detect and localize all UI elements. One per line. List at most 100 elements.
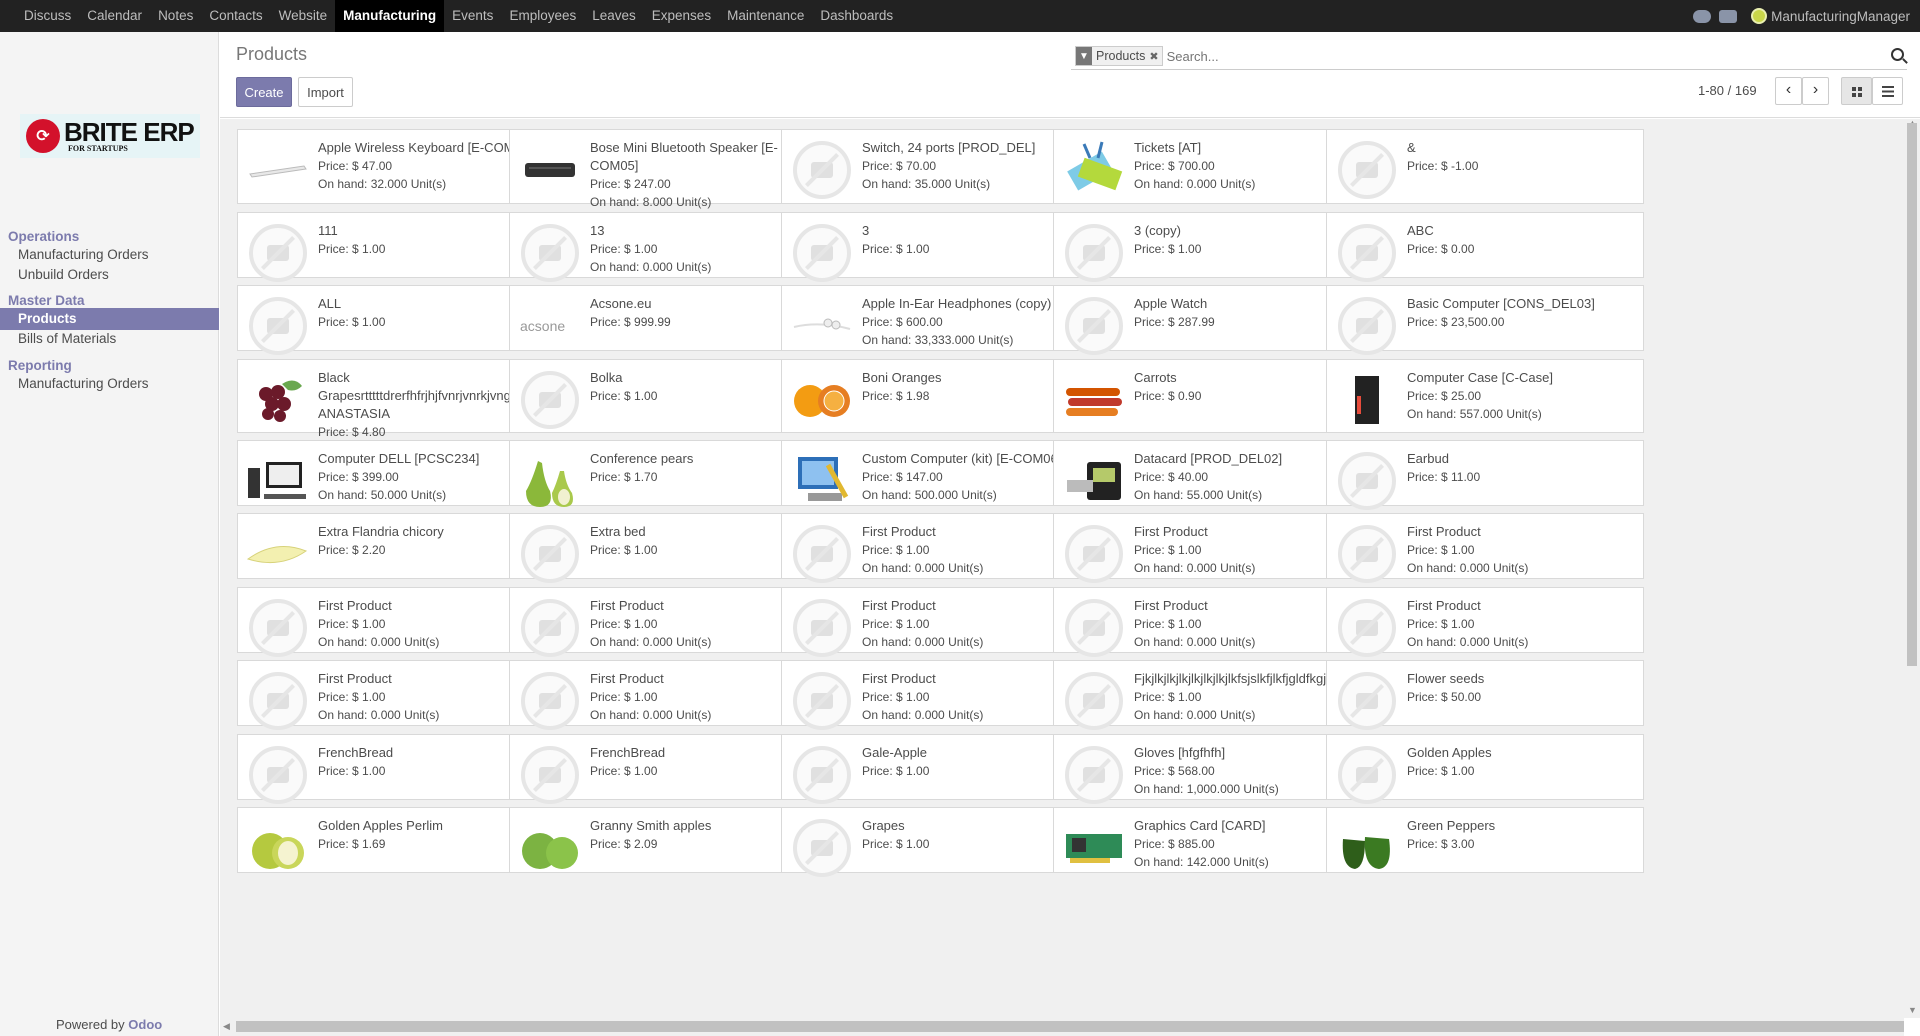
sidebar-item-bills-of-materials[interactable]: Bills of Materials [0,328,219,350]
product-card[interactable]: Gale-Apple Price: $ 1.00 [781,734,1099,804]
product-card[interactable]: First Product Price: $ 1.00 On hand: 0.000… [1326,513,1644,583]
nav-menu-manufacturing[interactable]: Manufacturing [335,0,445,32]
nav-menu-employees[interactable]: Employees [501,0,584,32]
user-avatar[interactable] [1751,8,1768,24]
product-card[interactable]: Tickets [AT] Price: $ 700.00 On hand: 0.00… [1053,129,1371,204]
product-card[interactable]: Green Peppers Price: $ 3.00 [1326,807,1644,873]
company-logo[interactable]: ⟳ BRITE ERP FOR STARTUPS [20,114,200,158]
product-card[interactable]: acsone Acsone.eu Price: $ 999.99 [509,285,827,351]
product-name[interactable]: & [1407,139,1637,157]
nav-menu-notes[interactable]: Notes [150,0,201,32]
product-card[interactable]: First Product Price: $ 1.00 On hand: 0.000… [509,660,827,730]
messages-icon[interactable] [1719,9,1738,23]
vertical-scroll-thumb[interactable] [1907,123,1917,666]
product-name[interactable]: Green Peppers [1407,817,1637,835]
product-card[interactable]: Golden Apples Price: $ 1.00 [1326,734,1644,804]
import-button[interactable]: Import [298,77,353,107]
product-name[interactable]: Computer Case [C-Case] [1407,369,1637,387]
nav-menu-leaves[interactable]: Leaves [584,0,644,32]
sidebar-item-unbuild-orders[interactable]: Unbuild Orders [0,264,219,286]
sidebar-item-manufacturing-orders[interactable]: Manufacturing Orders [0,244,219,266]
product-card[interactable]: First Product Price: $ 1.00 On hand: 0.000… [1053,587,1371,657]
product-card[interactable]: Bose Mini Bluetooth Speaker [E-COM05] Pri… [509,129,827,209]
product-card[interactable]: First Product Price: $ 1.00 On hand: 0.000… [509,587,827,657]
product-card[interactable]: Apple In-Ear Headphones (copy) Price: $ 6… [781,285,1099,351]
product-card[interactable]: Fjkjlkjlkjlkjlkjlkjlkjlkfsjslkfjlkfjgldf… [1053,660,1410,730]
nav-menu-contacts[interactable]: Contacts [201,0,270,32]
product-card[interactable]: Black Grapesrtttttdrerfhfrjhjfvnrjvnrkjv… [237,359,728,439]
pager-next-button[interactable]: › [1802,77,1829,105]
product-card[interactable]: Computer Case [C-Case] Price: $ 25.00 On h… [1326,359,1644,433]
product-card[interactable]: FrenchBread Price: $ 1.00 [237,734,555,804]
product-name[interactable]: Flower seeds [1407,670,1637,688]
pager-value[interactable]: 1-80 / 169 [1698,83,1757,98]
product-card[interactable]: First Product Price: $ 1.00 On hand: 0.000… [781,660,1099,730]
user-menu[interactable]: ManufacturingManager [1771,9,1910,24]
product-card[interactable]: 13 Price: $ 1.00 On hand: 0.000 Unit(s) [509,212,827,282]
facet-remove-icon[interactable]: ✖ [1149,50,1161,63]
product-card[interactable]: ABC Price: $ 0.00 [1326,212,1644,282]
product-card[interactable]: Computer DELL [PCSC234] Price: $ 399.00 On… [237,440,555,506]
product-card[interactable]: Grapes Price: $ 1.00 [781,807,1099,877]
scroll-left-icon[interactable]: ◀ [223,1021,230,1032]
product-name[interactable]: Golden Apples [1407,744,1637,762]
sidebar-item-manufacturing-orders[interactable]: Manufacturing Orders [0,373,219,395]
product-card[interactable]: 111 Price: $ 1.00 [237,212,555,282]
product-name[interactable]: First Product [1407,597,1637,615]
search-icon[interactable] [1891,48,1904,61]
nav-menu-discuss[interactable]: Discuss [16,0,79,32]
no-image-icon [246,596,310,660]
kanban-view-button[interactable] [1841,77,1872,105]
product-card[interactable]: & Price: $ -1.00 [1326,129,1644,204]
product-name[interactable]: First Product [1407,523,1637,541]
nav-menu-events[interactable]: Events [444,0,501,32]
product-card[interactable]: Earbud Price: $ 11.00 [1326,440,1644,510]
product-card[interactable]: Extra bed Price: $ 1.00 [509,513,827,583]
product-name[interactable]: Basic Computer [CONS_DEL03] [1407,295,1637,313]
nav-menu-maintenance[interactable]: Maintenance [719,0,812,32]
product-card[interactable]: Apple Watch Price: $ 287.99 [1053,285,1371,355]
product-card[interactable]: First Product Price: $ 1.00 On hand: 0.000… [1326,587,1644,657]
product-card[interactable]: First Product Price: $ 1.00 On hand: 0.000… [237,587,555,657]
product-card[interactable]: Granny Smith apples Price: $ 2.09 [509,807,827,873]
scroll-down-icon[interactable]: ▼ [1908,1005,1917,1015]
product-card[interactable]: Graphics Card [CARD] Price: $ 885.00 On ha… [1053,807,1371,873]
vertical-scrollbar[interactable]: ▲ ▼ [1904,118,1920,1018]
product-card[interactable]: First Product Price: $ 1.00 On hand: 0.000… [1053,513,1371,583]
product-card[interactable]: First Product Price: $ 1.00 On hand: 0.000… [781,513,1099,583]
nav-menu-expenses[interactable]: Expenses [644,0,719,32]
list-view-button[interactable] [1872,77,1903,105]
product-card[interactable]: Switch, 24 ports [PROD_DEL] Price: $ 70.0… [781,129,1099,204]
product-card[interactable]: First Product Price: $ 1.00 On hand: 0.000… [237,660,555,730]
product-name[interactable]: ABC [1407,222,1637,240]
product-card[interactable]: Flower seeds Price: $ 50.00 [1326,660,1644,730]
product-card[interactable]: Custom Computer (kit) [E-COM06] Price: $ … [781,440,1099,506]
product-name[interactable]: Earbud [1407,450,1637,468]
nav-menu-website[interactable]: Website [271,0,336,32]
pager-previous-button[interactable]: ‹ [1775,77,1802,105]
activity-icon[interactable] [1693,9,1712,23]
product-card[interactable]: Basic Computer [CONS_DEL03] Price: $ 23,5… [1326,285,1644,355]
product-card[interactable]: Conference pears Price: $ 1.70 [509,440,827,507]
product-card[interactable]: Boni Oranges Price: $ 1.98 [781,359,1099,433]
product-card[interactable]: Gloves [hfgfhfh] Price: $ 568.00 On hand: … [1053,734,1371,804]
product-card[interactable]: ALL Price: $ 1.00 [237,285,555,355]
search-input[interactable] [1166,48,1727,64]
horizontal-scrollbar[interactable]: ◀ [220,1018,1904,1036]
product-card[interactable]: 3 (copy) Price: $ 1.00 [1053,212,1371,282]
horizontal-scroll-thumb[interactable] [236,1021,1904,1032]
nav-menu-dashboards[interactable]: Dashboards [812,0,901,32]
product-card[interactable]: Golden Apples Perlim Price: $ 1.69 [237,807,555,873]
product-card[interactable]: FrenchBread Price: $ 1.00 [509,734,827,804]
product-card[interactable]: Bolka Price: $ 1.00 [509,359,827,433]
odoo-link[interactable]: Odoo [128,1017,162,1032]
nav-menu-calendar[interactable]: Calendar [79,0,150,32]
product-card[interactable]: Datacard [PROD_DEL02] Price: $ 40.00 On ha… [1053,440,1371,506]
product-card[interactable]: 3 Price: $ 1.00 [781,212,1099,282]
product-card[interactable]: Apple Wireless Keyboard [E-COM10] Price: … [237,129,555,204]
product-card[interactable]: Carrots Price: $ 0.90 [1053,359,1371,433]
product-card[interactable]: Extra Flandria chicory Price: $ 2.20 [237,513,555,579]
create-button[interactable]: Create [236,77,292,107]
product-card[interactable]: First Product Price: $ 1.00 On hand: 0.000… [781,587,1099,657]
sidebar-item-products[interactable]: Products [0,308,219,330]
